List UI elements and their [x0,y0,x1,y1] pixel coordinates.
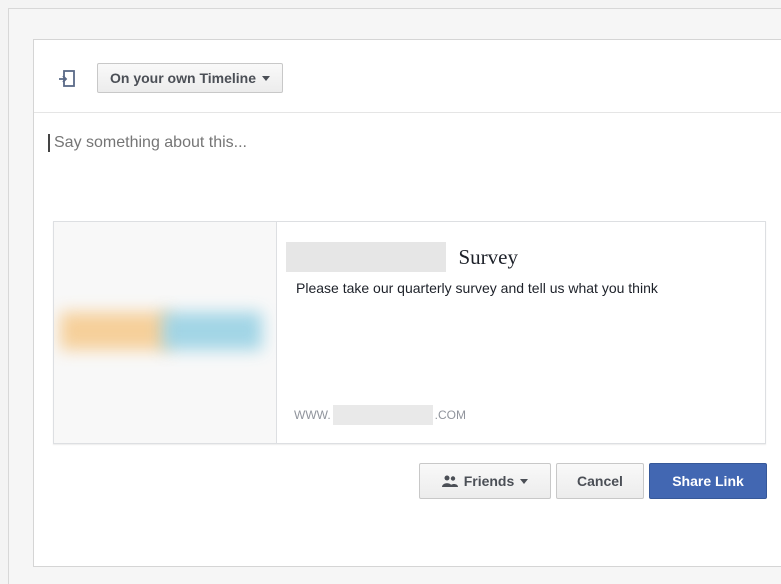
friends-icon [441,475,458,487]
chevron-down-icon [520,478,529,484]
audience-dropdown[interactable]: On your own Timeline [97,63,283,93]
cancel-label: Cancel [577,473,623,489]
share-panel: On your own Timeline Survey Please take … [33,39,781,567]
domain-suffix: .COM [434,408,466,422]
thumbnail-blur-orange [60,312,170,350]
share-header: On your own Timeline [34,40,781,113]
audience-label: On your own Timeline [110,70,256,86]
link-domain: WWW. .COM [294,405,466,425]
link-preview-card[interactable]: Survey Please take our quarterly survey … [53,221,766,444]
link-title: Survey [458,244,518,269]
link-thumbnail [54,222,277,443]
share-icon [59,70,75,87]
redacted-org-name [286,242,446,272]
share-dialog: On your own Timeline Survey Please take … [8,8,781,584]
share-label: Share Link [672,473,744,489]
privacy-dropdown-button[interactable]: Friends [419,463,551,499]
chevron-down-icon [261,75,270,81]
cancel-button[interactable]: Cancel [556,463,644,499]
privacy-label: Friends [463,473,515,489]
redacted-domain [332,405,433,425]
thumbnail-blur-blue [162,312,262,350]
compose-input[interactable] [48,134,754,152]
link-description: Please take our quarterly survey and tel… [296,280,658,296]
link-card-body: Survey Please take our quarterly survey … [286,242,746,296]
domain-prefix: WWW. [294,408,331,422]
share-link-button[interactable]: Share Link [649,463,767,499]
